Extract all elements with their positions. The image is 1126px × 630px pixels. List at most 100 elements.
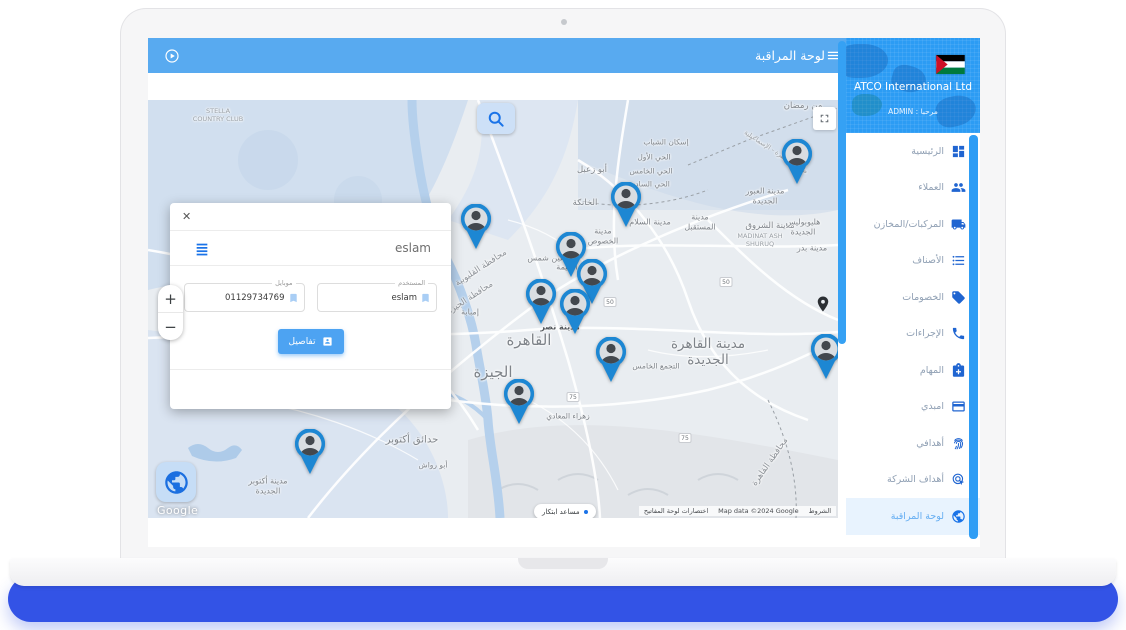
map-place-label: أبو رواش [418,460,448,470]
map-place-label: زهراء المعادي [546,411,590,421]
assistant-chip-label: مساعد ابتكار [542,507,580,516]
fullscreen-button[interactable] [813,107,836,130]
sidebar-item-monitoring[interactable]: لوحة المراقبة [846,498,980,535]
panel-header: ✕ [170,203,451,231]
map-place-label: مدينة بدر [796,243,828,253]
earth-view-button[interactable] [156,462,196,502]
map-place-label: مدينة المستقبل [684,212,716,231]
zoom-in-button[interactable]: + [158,285,183,312]
company-name: ATCO International Ltd [853,81,973,93]
sidebar-item-procedures[interactable]: الإجراءات [846,316,980,353]
map-place-label: القاهرة [506,331,552,349]
sidebar-header: ATCO International Ltd مرحبا : ADMIN [846,38,980,133]
fullscreen-icon [820,114,829,123]
place-pin-icon[interactable] [814,295,832,313]
clients-icon [951,180,966,195]
map-place-label: مدينة أكتوبر الجديدة [248,476,288,495]
badge-icon [322,337,332,346]
map-data-text: Map data ©2024 Google [718,507,799,515]
username-field-label: المستخدم [395,279,428,287]
map-place-label: الحي الخامس [629,166,673,176]
panel-name-row: eslam [170,231,451,266]
terms-link[interactable]: الشروط [809,507,831,515]
main-area: لوحة المراقبة القاهرة الجيزة مدينة القاه… [148,38,846,547]
details-button[interactable]: تفاصيل [277,329,344,354]
mobile-field-label: موبايل [272,279,296,287]
tag-icon [951,290,966,305]
map-attribution: اختصارات لوحة المفاتيح Map data ©2024 Go… [638,506,836,516]
close-icon[interactable]: ✕ [182,210,191,223]
zoom-control: + − [158,285,183,340]
road-shield: 75 [678,433,692,443]
map-person-marker[interactable] [503,378,535,425]
phone-icon [951,326,966,341]
mobile-field[interactable]: موبايل 01129734769 [184,279,305,312]
google-logo[interactable]: Google [157,504,198,517]
bookmark-icon[interactable] [420,292,431,304]
details-button-label: تفاصيل [288,336,316,347]
map-place-label: التجمع الخامس [632,361,680,371]
keyboard-shortcuts-link[interactable]: اختصارات لوحة المفاتيح [644,507,708,515]
sidebar-item-my-goals[interactable]: أهدافي [846,425,980,462]
palestine-flag-icon [936,55,965,74]
truck-icon [951,217,966,232]
bookmark-icon[interactable] [288,292,299,304]
panel-fields: موبايل 01129734769 المستخدم eslam [170,266,451,320]
welcome-admin-text: مرحبا : ADMIN [888,107,938,116]
top-header: لوحة المراقبة [148,38,846,73]
google-map[interactable]: القاهرة الجيزة مدينة القاهرة الجديدة حدائق … [148,100,838,518]
map-person-marker[interactable] [294,428,326,475]
power-icon[interactable] [164,48,180,64]
details-menu-icon[interactable] [194,241,210,256]
map-search-button[interactable] [477,103,515,134]
list-icon [951,253,966,268]
mobile-field-value: 01129734769 [225,292,285,303]
map-person-marker[interactable] [559,288,591,335]
user-name: eslam [394,241,431,255]
sidebar-menu: الرئيسية العملاء المركبات/المخازن الأصنا… [846,133,980,535]
fingerprint-icon [951,436,966,451]
webcam-dot [561,19,567,25]
map-place-label: الخانكة [572,198,598,208]
clipboard-plus-icon [951,362,966,378]
card-icon [951,399,966,414]
assistant-chip[interactable]: مساعد ابتكار [534,504,596,518]
map-person-marker[interactable] [781,138,813,185]
map-place-label: مدينة العبور الجديدة [745,186,785,205]
sidebar-item-company-goals[interactable]: أهداف الشركة [846,462,980,499]
globe-icon [164,470,188,494]
road-shield: 75 [566,392,580,402]
content-scrollbar[interactable] [838,41,846,344]
map-person-marker[interactable] [810,333,838,380]
sidebar-item-ambedi[interactable]: امبدي [846,389,980,426]
dashboard-icon [951,144,966,159]
target-click-icon [951,472,966,487]
map-person-marker[interactable] [460,203,492,250]
map-place-label: مدينة الخصوص [587,226,619,245]
username-field[interactable]: المستخدم eslam [316,279,437,312]
map-person-marker[interactable] [525,278,557,325]
map-place-label: الحي الأول [637,152,671,162]
road-shield: 50 [719,277,733,287]
zoom-out-button[interactable]: − [158,313,183,340]
map-place-label: STELLA COUNTRY CLUB [192,107,244,123]
map-person-marker[interactable] [610,181,642,228]
laptop-base-notch [518,558,608,569]
map-place-label: إسكان الشباب [643,137,689,147]
map-place-label: إمبابة [461,307,479,317]
sidebar-scrollbar[interactable] [969,135,978,539]
sidebar-item-categories[interactable]: الأصناف [846,243,980,280]
map-place-label: أبو زعبل [577,165,607,175]
user-info-panel: ✕ eslam موبايل 01129734769 المستخدم esla… [170,203,451,409]
sidebar-item-tasks[interactable]: المهام [846,352,980,389]
worldmap-decoration [846,44,888,78]
sidebar-item-home[interactable]: الرئيسية [846,133,980,170]
laptop-frame: لوحة المراقبة القاهرة الجيزة مدينة القاه… [120,8,1006,560]
sidebar-item-vehicles[interactable]: المركبات/المخازن [846,206,980,243]
chip-dot-icon [583,509,588,514]
sidebar-item-discounts[interactable]: الخصومات [846,279,980,316]
map-person-marker[interactable] [595,336,627,383]
sidebar-item-clients[interactable]: العملاء [846,170,980,207]
panel-footer [170,369,451,406]
sidebar: ATCO International Ltd مرحبا : ADMIN الر… [846,38,980,547]
